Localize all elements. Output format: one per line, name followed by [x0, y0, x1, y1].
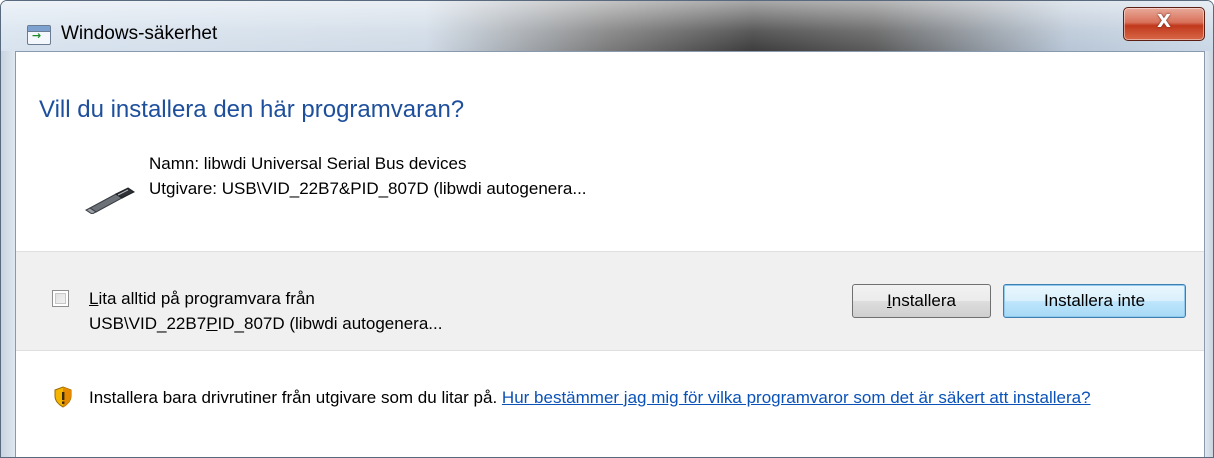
window-frame-right: [1205, 51, 1213, 457]
driver-name: Namn: libwdi Universal Serial Bus device…: [149, 154, 467, 173]
title-bar[interactable]: Windows-säkerhet X: [1, 1, 1213, 51]
trusted-publisher-id[interactable]: USB\VID_22B7PID_807D (libwdi autogenera.…: [89, 314, 442, 334]
security-dialog-window: Windows-säkerhet X Vill du installera de…: [0, 0, 1214, 458]
publisher-id-part1: USB\VID_22B7: [89, 314, 207, 333]
footer-warning: Installera bara drivrutiner från utgivar…: [89, 385, 1189, 410]
close-button[interactable]: X: [1123, 7, 1205, 41]
warning-text: Installera bara drivrutiner från utgivar…: [89, 388, 502, 407]
help-link[interactable]: Hur bestämmer jag mig för vilka programv…: [502, 388, 1091, 407]
window-frame-left: [1, 51, 15, 457]
always-trust-label-rest: ita alltid på programvara från: [98, 289, 315, 308]
always-trust-label[interactable]: Lita alltid på programvara från: [89, 289, 315, 309]
install-button-label-rest: nstallera: [891, 291, 956, 310]
close-icon: X: [1157, 11, 1171, 32]
window-app-icon: [27, 25, 51, 45]
always-trust-checkbox[interactable]: [52, 290, 69, 307]
trust-section: Lita alltid på programvara från USB\VID_…: [16, 251, 1204, 351]
accesskey-p: P: [206, 314, 218, 333]
dialog-content: Vill du installera den här programvaran?…: [15, 51, 1205, 457]
driver-publisher: Utgivare: USB\VID_22B7&PID_807D (libwdi …: [149, 179, 587, 198]
warning-shield-icon: [54, 386, 72, 408]
window-title: Windows-säkerhet: [61, 23, 218, 44]
install-button[interactable]: Installera: [852, 284, 991, 318]
usb-plug-icon: [85, 187, 135, 214]
install-question-heading: Vill du installera den här programvaran?: [39, 96, 465, 123]
dont-install-button[interactable]: Installera inte: [1003, 284, 1186, 318]
publisher-id-part2: ID_807D (libwdi autogenera...: [217, 314, 443, 333]
